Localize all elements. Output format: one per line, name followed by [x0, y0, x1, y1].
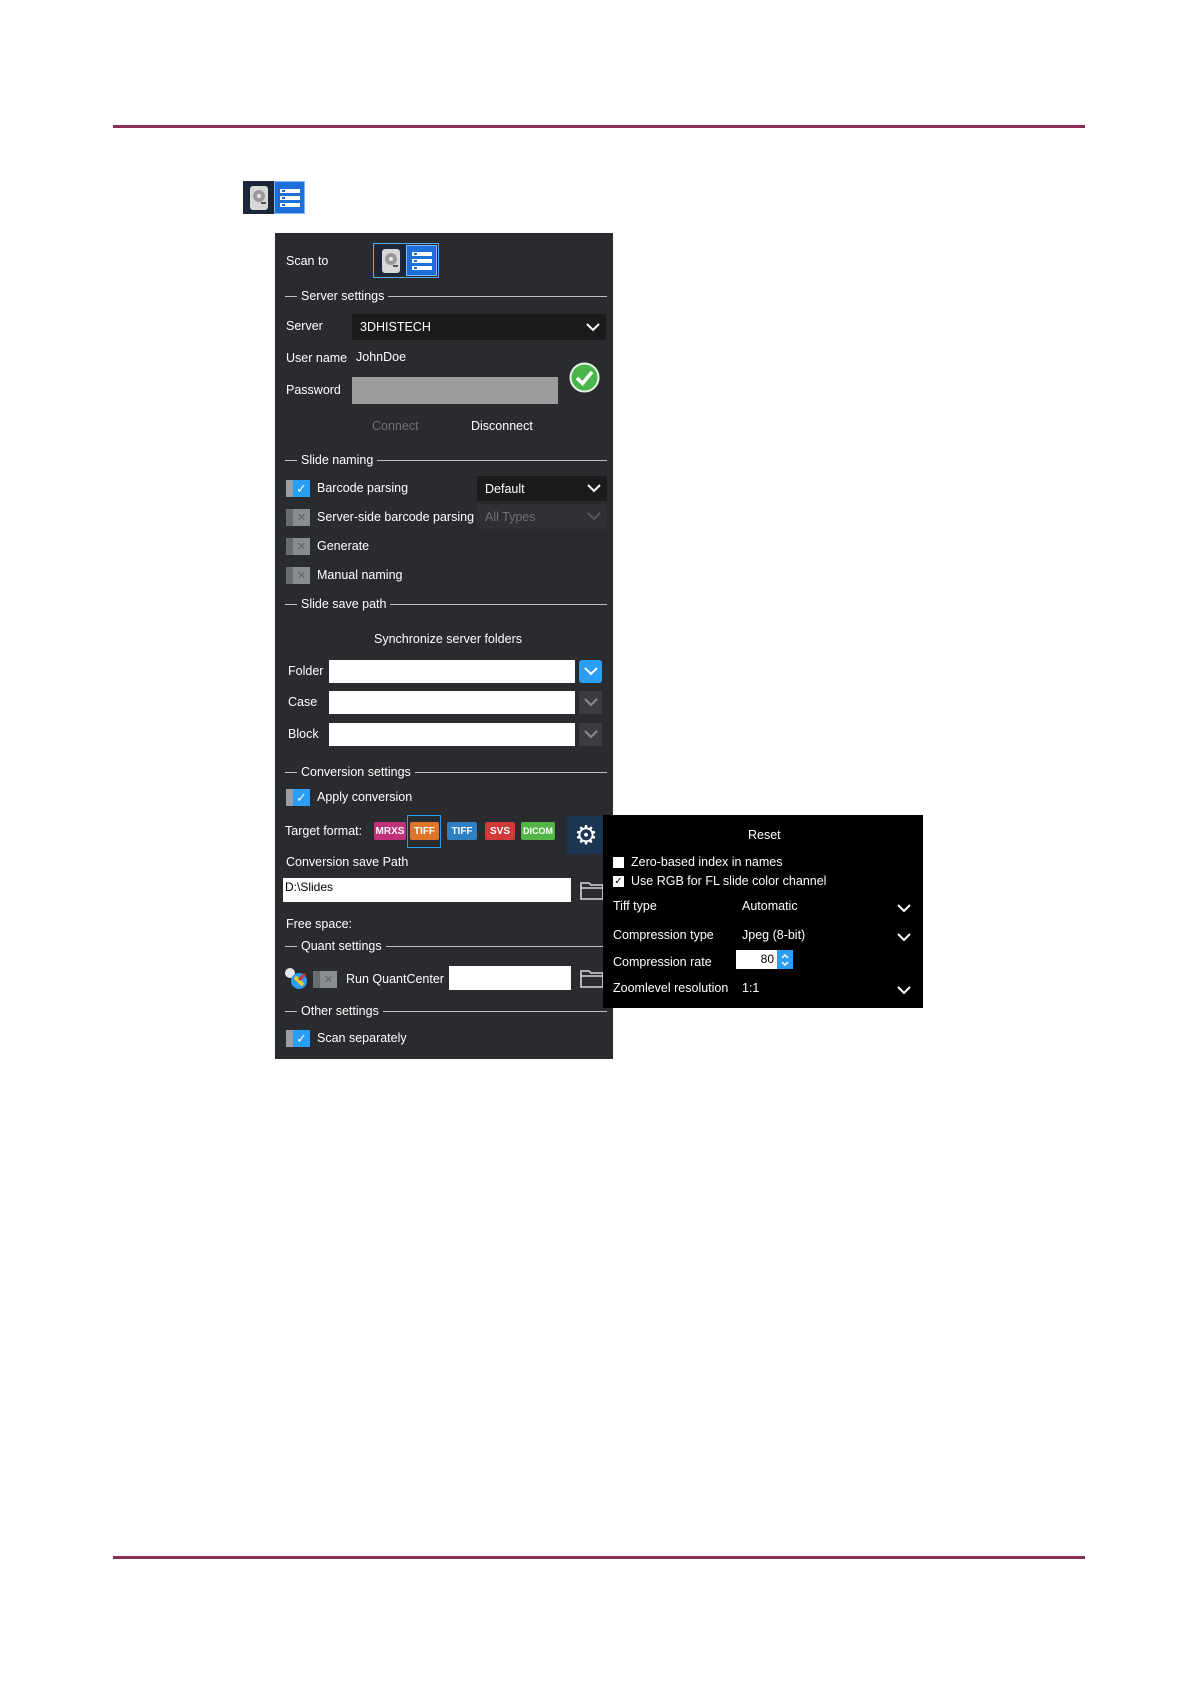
disconnect-button[interactable]: Disconnect	[471, 419, 533, 433]
server-side-barcode-dropdown[interactable]: All Types	[477, 504, 607, 529]
section-title: Slide save path	[301, 597, 387, 611]
manual-naming-checkbox[interactable]: ✕	[286, 567, 310, 584]
scan-separately-label: Scan separately	[317, 1031, 407, 1045]
browse-quant-folder-button[interactable]	[580, 968, 604, 991]
hard-drive-icon	[243, 181, 274, 214]
barcode-parsing-value: Default	[485, 481, 525, 496]
block-label: Block	[288, 727, 319, 741]
scan-settings-panel: Scan to Server settings Server 3DHISTECH…	[275, 233, 613, 1059]
chevron-down-icon	[581, 512, 607, 521]
run-quantcenter-checkbox[interactable]: ✕	[313, 971, 337, 988]
generate-label: Generate	[317, 539, 370, 553]
scan-to-server-button[interactable]	[406, 245, 437, 276]
quantcenter-input[interactable]	[449, 966, 571, 990]
reset-button[interactable]: Reset	[748, 828, 781, 842]
format-dicom-button[interactable]: DICOM	[521, 822, 555, 840]
tiff-type-label: Tiff type	[613, 899, 657, 913]
barcode-parsing-dropdown[interactable]: Default	[477, 476, 607, 501]
barcode-parsing-label: Barcode parsing	[317, 481, 409, 495]
gear-icon: ⚙	[574, 820, 598, 850]
compression-type-label: Compression type	[613, 928, 714, 942]
compression-rate-stepper[interactable]	[777, 950, 793, 969]
block-input[interactable]	[329, 723, 575, 746]
use-rgb-label: Use RGB for FL slide color channel	[631, 874, 827, 888]
manual-naming-label: Manual naming	[317, 568, 403, 582]
format-tiff-alt-button[interactable]: TIFF	[447, 822, 477, 840]
section-title: Conversion settings	[301, 765, 411, 779]
folder-icon	[580, 882, 604, 903]
case-input[interactable]	[329, 691, 575, 714]
user-name-value: JohnDoe	[356, 350, 407, 364]
scan-to-icon-pair	[243, 181, 306, 214]
slide-save-path-header: Slide save path	[285, 597, 607, 611]
tiff-type-value[interactable]: Automatic	[742, 899, 798, 913]
compression-rate-label: Compression rate	[613, 955, 712, 969]
header-rule	[113, 125, 1085, 128]
case-dropdown-button[interactable]	[579, 691, 602, 714]
folder-input[interactable]	[329, 660, 575, 683]
slide-naming-header: Slide naming	[285, 453, 607, 467]
scan-separately-checkbox[interactable]: ✓	[286, 1030, 310, 1047]
scan-to-local-button[interactable]	[375, 245, 406, 276]
password-field[interactable]	[352, 377, 558, 404]
free-space-label: Free space:	[286, 917, 353, 931]
folder-label: Folder	[288, 664, 324, 678]
folder-icon	[580, 970, 604, 991]
use-rgb-checkbox[interactable]: ✓	[613, 876, 624, 887]
conversion-settings-header: Conversion settings	[285, 765, 607, 779]
connected-check-icon	[569, 362, 600, 396]
zoomlevel-resolution-value[interactable]: 1:1	[742, 981, 759, 995]
apply-conversion-checkbox[interactable]: ✓	[286, 789, 310, 806]
server-side-barcode-value: All Types	[485, 509, 536, 524]
quantcenter-icon	[283, 966, 309, 995]
zero-based-index-label: Zero-based index in names	[631, 855, 783, 869]
user-name-label: User name	[286, 351, 348, 365]
chevron-down-icon[interactable]	[897, 931, 911, 945]
server-value: 3DHISTECH	[360, 320, 431, 334]
quant-settings-header: Quant settings	[285, 939, 607, 953]
format-mrxs-button[interactable]: MRXS	[374, 822, 406, 840]
conversion-settings-button[interactable]: ⚙	[567, 816, 605, 854]
compression-rate-input[interactable]: 80	[736, 950, 777, 969]
section-title: Slide naming	[301, 453, 374, 467]
compression-type-value[interactable]: Jpeg (8-bit)	[742, 928, 805, 942]
scan-to-selector	[373, 243, 439, 278]
server-dropdown[interactable]: 3DHISTECH	[352, 314, 606, 340]
footer-rule	[113, 1556, 1085, 1559]
format-svs-button[interactable]: SVS	[485, 822, 515, 840]
server-label: Server	[286, 319, 323, 333]
chevron-down-icon	[580, 322, 606, 332]
barcode-parsing-checkbox[interactable]: ✓	[286, 480, 310, 497]
password-label: Password	[286, 383, 341, 397]
other-settings-header: Other settings	[285, 1004, 607, 1018]
zoomlevel-resolution-label: Zoomlevel resolution	[613, 981, 729, 995]
run-quantcenter-label: Run QuantCenter	[346, 972, 444, 986]
generate-checkbox[interactable]: ✕	[286, 538, 310, 555]
conversion-save-path-label: Conversion save Path	[286, 855, 409, 869]
apply-conversion-label: Apply conversion	[317, 790, 413, 804]
server-side-barcode-label: Server-side barcode parsing	[317, 510, 475, 524]
server-list-icon	[274, 181, 305, 214]
format-tiff-button[interactable]: TIFF	[410, 822, 439, 840]
target-format-label: Target format:	[285, 824, 363, 838]
case-label: Case	[288, 695, 318, 709]
section-title: Server settings	[301, 289, 385, 303]
section-title: Quant settings	[301, 939, 382, 953]
zero-based-index-checkbox[interactable]	[613, 857, 624, 868]
server-settings-header: Server settings	[285, 289, 607, 303]
chevron-down-icon	[581, 484, 607, 493]
server-side-barcode-checkbox[interactable]: ✕	[286, 509, 310, 526]
chevron-down-icon[interactable]	[897, 902, 911, 916]
synchronize-server-folders-button[interactable]: Synchronize server folders	[374, 632, 522, 646]
connect-button[interactable]: Connect	[372, 419, 419, 433]
scan-to-label: Scan to	[286, 254, 329, 268]
block-dropdown-button[interactable]	[579, 723, 602, 746]
section-title: Other settings	[301, 1004, 379, 1018]
chevron-down-icon[interactable]	[897, 984, 911, 998]
conversion-save-path-input[interactable]: D:\Slides	[283, 878, 571, 902]
browse-folder-button[interactable]	[580, 880, 604, 903]
conversion-options-popup: Reset Zero-based index in names ✓ Use RG…	[603, 815, 923, 1008]
folder-dropdown-button[interactable]	[579, 660, 602, 683]
